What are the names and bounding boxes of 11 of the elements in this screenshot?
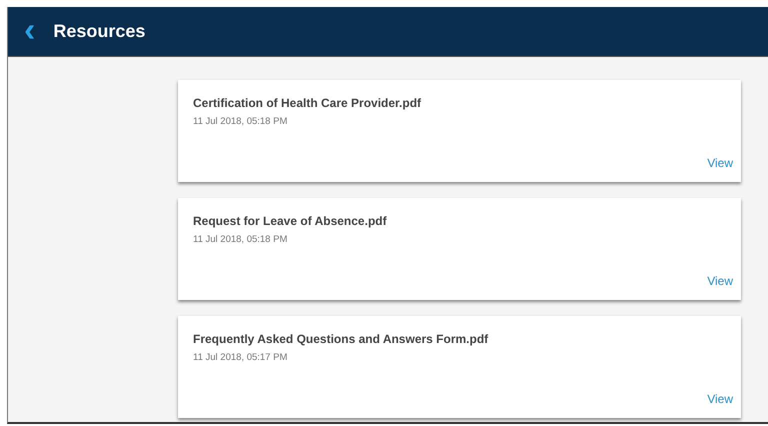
view-link[interactable]: View [707, 156, 733, 170]
file-date: 11 Jul 2018, 05:17 PM [193, 352, 288, 363]
back-button[interactable]: ‹ [20, 12, 40, 46]
file-name: Frequently Asked Questions and Answers Form.pdf [193, 332, 488, 346]
file-date: 11 Jul 2018, 05:18 PM [193, 234, 288, 245]
view-link[interactable]: View [707, 274, 733, 288]
file-date: 11 Jul 2018, 05:18 PM [193, 116, 288, 127]
file-name: Request for Leave of Absence.pdf [193, 214, 387, 228]
page-title: Resources [53, 21, 146, 42]
view-link[interactable]: View [707, 392, 733, 406]
file-name: Certification of Health Care Provider.pdf [193, 96, 422, 110]
